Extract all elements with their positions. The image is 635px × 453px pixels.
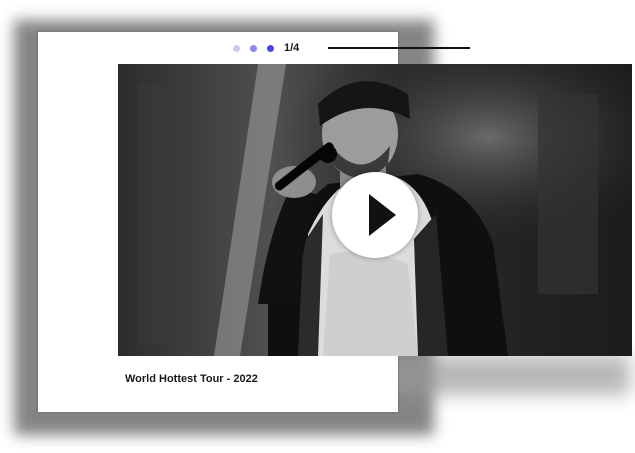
- slide-counter: 1/4: [284, 42, 300, 54]
- pagination-dot-3[interactable]: [267, 44, 274, 52]
- play-icon: [369, 194, 396, 236]
- pagination-dot-2[interactable]: [250, 44, 257, 52]
- pagination-dot-1[interactable]: [233, 44, 240, 52]
- video-caption: World Hottest Tour - 2022: [125, 373, 258, 385]
- play-button[interactable]: [332, 172, 418, 258]
- progress-line: [328, 47, 470, 49]
- carousel-pagination: 1/4: [233, 40, 299, 56]
- carousel-slide: 1/4 World Hottest Tour - 2022: [0, 0, 635, 453]
- media-shadow: [360, 355, 630, 395]
